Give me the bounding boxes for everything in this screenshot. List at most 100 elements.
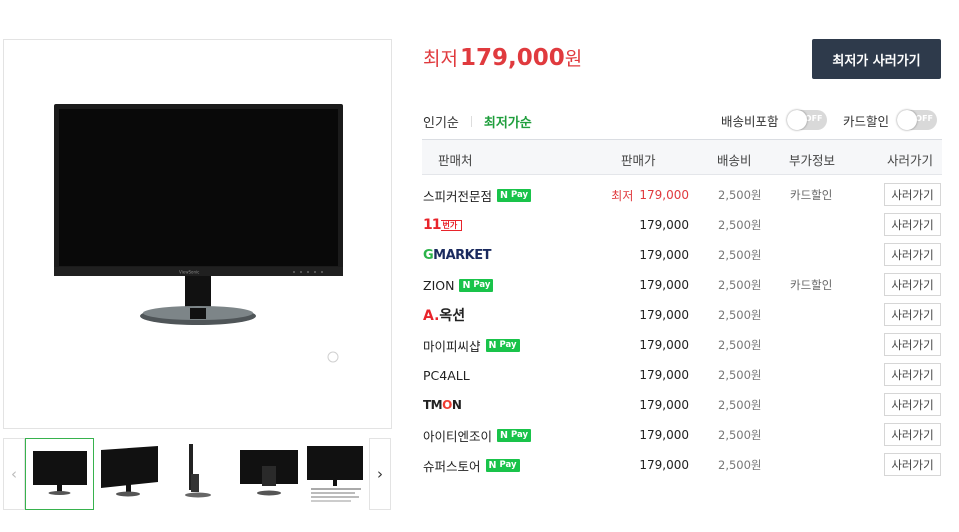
price-cell: 179,000	[639, 330, 689, 360]
npay-badge: N Pay	[485, 458, 520, 472]
seller-cell[interactable]: ZION N Pay	[423, 270, 494, 300]
table-row: 마이피씨샵 N Pay 179,000 2,500원 사러가기	[422, 330, 942, 360]
seller-cell[interactable]: 아이티엔조이 N Pay	[423, 420, 531, 450]
price-value: 179,000	[639, 248, 689, 262]
card-discount-toggle[interactable]: OFF	[897, 110, 938, 130]
seller-cell[interactable]: 11 번가	[423, 210, 463, 240]
price-cell: 179,000	[639, 390, 689, 420]
seller-name: 스피커전문점	[423, 188, 493, 204]
lowest-price-label: 최저	[423, 48, 458, 70]
filter-card-label: 카드할인	[843, 113, 890, 129]
price-value: 179,000	[639, 428, 689, 442]
product-main-image: ViewSonic	[3, 39, 392, 429]
seller-cell[interactable]: PC4ALL	[423, 360, 470, 390]
lowest-price: 최저179,000원	[423, 44, 582, 71]
buy-button[interactable]: 사러가기	[884, 303, 941, 326]
seller-name: PC4ALL	[423, 367, 470, 383]
toggle-knob	[897, 110, 918, 130]
buy-button[interactable]: 사러가기	[884, 333, 941, 356]
seller-logo: TMON	[423, 398, 462, 412]
shipping-included-toggle[interactable]: OFF	[786, 110, 827, 130]
thumbnail-2[interactable]	[96, 438, 165, 510]
table-row: GMARKET 179,000 2,500원 사러가기	[422, 240, 942, 270]
shipping-cell: 2,500원	[718, 458, 762, 472]
price-value: 179,000	[639, 458, 689, 472]
npay-label: Pay	[499, 460, 517, 470]
price-cell: 179,000	[639, 270, 689, 300]
shipping-cell: 2,500원	[718, 308, 762, 322]
seller-cell[interactable]: 마이피씨샵 N Pay	[423, 330, 520, 360]
price-cell: 179,000	[639, 450, 689, 480]
price-cell: 179,000	[639, 300, 689, 330]
filter-card-discount: 카드할인 OFF	[843, 110, 938, 130]
filter-shipping-label: 배송비포함	[721, 113, 779, 129]
buy-button[interactable]: 사러가기	[884, 363, 941, 386]
buy-button[interactable]: 사러가기	[884, 183, 941, 206]
npay-label: Pay	[473, 280, 491, 290]
lowest-price-unit: 원	[564, 48, 583, 70]
npay-badge: N Pay	[497, 428, 531, 442]
price-value: 179,000	[639, 188, 689, 202]
thumbnail-4[interactable]	[235, 438, 304, 510]
buy-button[interactable]: 사러가기	[884, 393, 941, 416]
shipping-cell: 2,500원	[718, 398, 762, 412]
table-row: ZION N Pay 179,000 2,500원 카드할인 사러가기	[422, 270, 942, 300]
seller-name: ZION	[423, 277, 455, 293]
price-cell: 179,000	[639, 420, 689, 450]
header-extra: 부가정보	[789, 153, 836, 168]
seller-cell[interactable]: GMARKET	[423, 240, 492, 270]
price-value: 179,000	[639, 398, 689, 412]
seller-cell[interactable]: TMON	[423, 390, 462, 420]
price-value: 179,000	[639, 218, 689, 232]
tab-lowest-price[interactable]: 최저가순	[484, 112, 532, 131]
thumbnail-next-button[interactable]: ›	[369, 438, 391, 510]
price-cell: 179,000	[639, 360, 689, 390]
table-row: 아이티엔조이 N Pay 179,000 2,500원 사러가기	[422, 420, 942, 450]
price-value: 179,000	[639, 308, 689, 322]
sort-tabs: 인기순 최저가순	[423, 112, 532, 131]
thumbnail-3[interactable]	[166, 438, 235, 510]
table-row: TMON 179,000 2,500원 사러가기	[422, 390, 942, 420]
npay-n-icon: N	[488, 459, 497, 471]
shipping-cell: 2,500원	[718, 218, 762, 232]
monitor-image: ViewSonic	[54, 104, 343, 363]
price-value: 179,000	[639, 278, 689, 292]
price-prefix: 최저	[611, 188, 634, 203]
toggle-state: OFF	[915, 114, 934, 123]
thumbnail-1[interactable]	[25, 438, 94, 510]
table-row: 스피커전문점 N Pay 최저 179,000 2,500원 카드할인 사러가기	[422, 180, 942, 210]
npay-n-icon: N	[500, 429, 508, 441]
buy-button[interactable]: 사러가기	[884, 243, 941, 266]
tab-popular[interactable]: 인기순	[423, 112, 459, 131]
npay-n-icon: N	[488, 339, 497, 351]
table-row: A.옥션 179,000 2,500원 사러가기	[422, 300, 942, 330]
extra-info-cell: 카드할인	[790, 188, 833, 202]
seller-table-header: 판매처 판매가 배송비 부가정보 사러가기	[422, 139, 942, 175]
chevron-left-icon: ‹	[11, 465, 17, 483]
buy-button[interactable]: 사러가기	[884, 213, 941, 236]
buy-button[interactable]: 사러가기	[884, 423, 941, 446]
sort-divider	[470, 116, 472, 127]
seller-name: 슈퍼스토어	[423, 458, 481, 474]
buy-lowest-button[interactable]: 최저가 사러가기	[812, 39, 941, 79]
shipping-cell: 2,500원	[718, 188, 762, 202]
header-seller: 판매처	[438, 153, 473, 168]
toggle-state: OFF	[804, 114, 823, 123]
buy-button[interactable]: 사러가기	[884, 273, 941, 296]
seller-cell[interactable]: 스피커전문점 N Pay	[423, 180, 531, 210]
npay-label: Pay	[510, 190, 528, 200]
price-value: 179,000	[639, 368, 689, 382]
header-shipping: 배송비	[717, 153, 752, 168]
thumbnail-prev-button[interactable]: ‹	[3, 438, 25, 510]
price-value: 179,000	[639, 338, 689, 352]
thumbnail-strip: ‹ ›	[3, 438, 392, 510]
table-row: 11 번가 179,000 2,500원 사러가기	[422, 210, 942, 240]
seller-cell[interactable]: 슈퍼스토어 N Pay	[423, 450, 520, 480]
seller-logo: A.옥션	[423, 308, 466, 324]
header-price: 판매가	[621, 153, 656, 168]
thumbnail-5[interactable]	[303, 438, 372, 510]
shipping-cell: 2,500원	[718, 428, 762, 442]
buy-button[interactable]: 사러가기	[884, 453, 941, 476]
bezel-brand: ViewSonic	[179, 270, 199, 275]
seller-cell[interactable]: A.옥션	[423, 300, 465, 330]
